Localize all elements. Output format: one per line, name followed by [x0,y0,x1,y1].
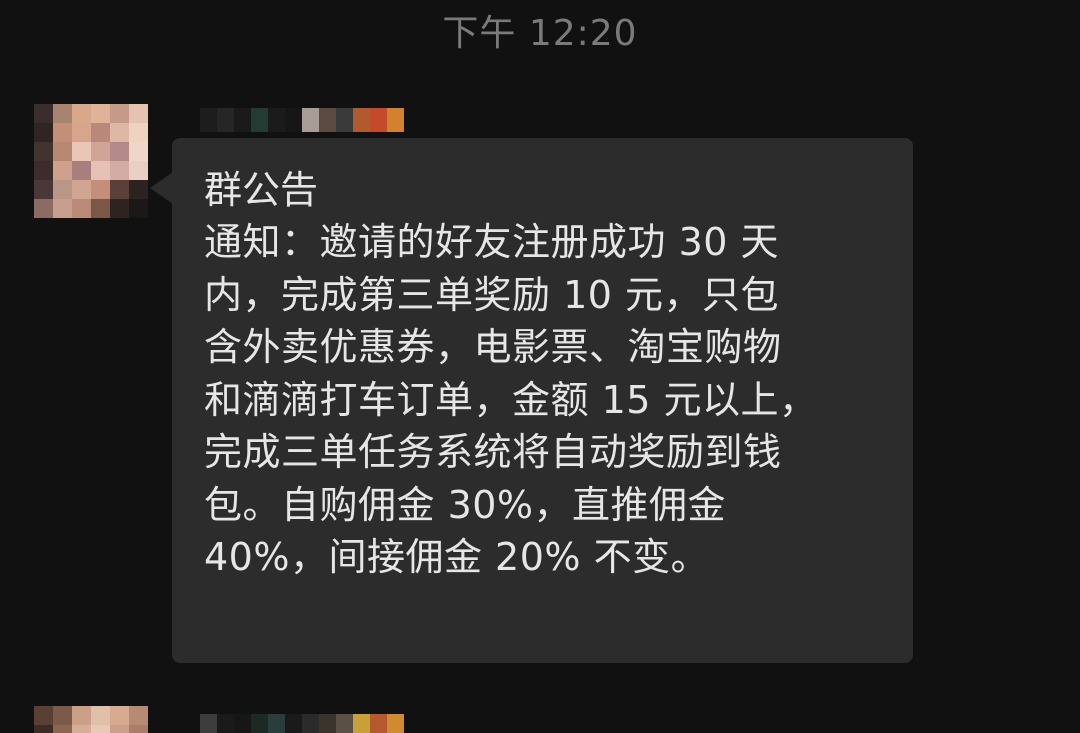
message-line: 包。自购佣金 30%，直推佣金 [204,482,727,527]
message-line: 完成三单任务系统将自动奖励到钱 [204,430,782,474]
message-timestamp: 下午 12:20 [442,13,638,54]
chat-screen: 下午 12:20 群公告 通知：邀请的好友注册成功 30 天 内，完成第三单奖励… [0,0,1080,733]
sender-name [200,108,404,132]
message-bubble[interactable]: 群公告 通知：邀请的好友注册成功 30 天 内，完成第三单奖励 10 元，只包 … [172,138,913,663]
message-line: 40%，间接佣金 20% 不变。 [204,535,710,579]
message-line: 含外卖优惠券，电影票、淘宝购物 [204,325,782,369]
message-line: 和滴滴打车订单，金额 15 元以上， [204,377,818,422]
sender-name [200,714,404,733]
message-line: 通知：邀请的好友注册成功 30 天 [204,220,780,264]
announcement-title: 群公告 [204,168,319,212]
sender-avatar[interactable] [34,104,148,218]
message-line: 内，完成第三单奖励 10 元，只包 [204,272,780,317]
bubble-tail [150,172,173,204]
sender-avatar[interactable] [34,706,148,733]
